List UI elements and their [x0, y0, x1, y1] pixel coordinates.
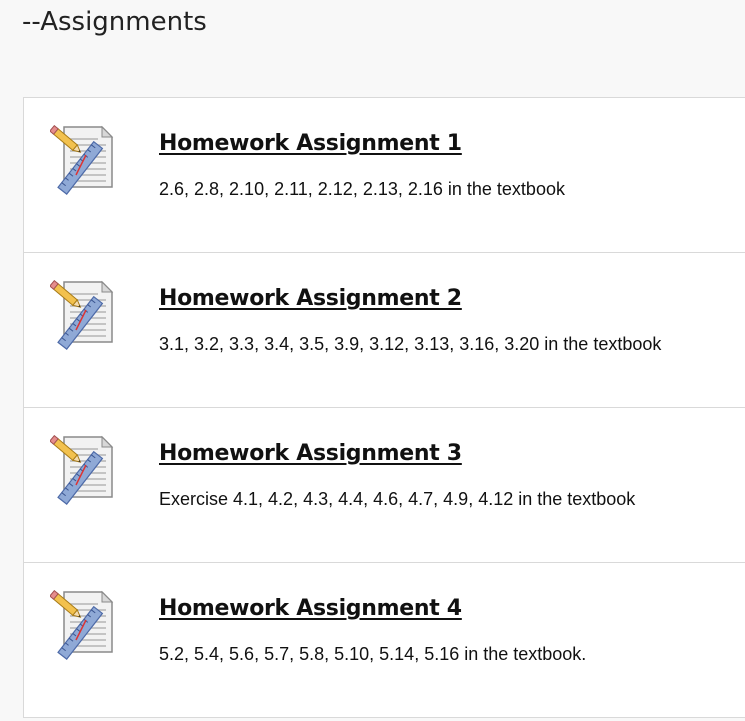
list-item: Homework Assignment 4 5.2, 5.4, 5.6, 5.7… [24, 563, 745, 718]
assignment-icon [49, 434, 116, 505]
page-title: --Assignments [22, 7, 207, 37]
list-item: Homework Assignment 1 2.6, 2.8, 2.10, 2.… [24, 98, 745, 253]
assignment-description: 3.1, 3.2, 3.3, 3.4, 3.5, 3.9, 3.12, 3.13… [159, 334, 662, 354]
assignment-link[interactable]: Homework Assignment 1 [159, 131, 462, 156]
assignment-list: Homework Assignment 1 2.6, 2.8, 2.10, 2.… [23, 97, 745, 718]
assignment-link[interactable]: Homework Assignment 2 [159, 286, 462, 311]
assignment-description: Exercise 4.1, 4.2, 4.3, 4.4, 4.6, 4.7, 4… [159, 489, 636, 509]
assignment-link[interactable]: Homework Assignment 4 [159, 596, 462, 621]
assignment-description: 2.6, 2.8, 2.10, 2.11, 2.12, 2.13, 2.16 i… [159, 179, 565, 199]
assignment-icon [49, 279, 116, 350]
list-item: Homework Assignment 3 Exercise 4.1, 4.2,… [24, 408, 745, 563]
assignment-description: 5.2, 5.4, 5.6, 5.7, 5.8, 5.10, 5.14, 5.1… [159, 644, 587, 664]
assignment-icon [49, 124, 116, 195]
assignment-link[interactable]: Homework Assignment 3 [159, 441, 462, 466]
list-item: Homework Assignment 2 3.1, 3.2, 3.3, 3.4… [24, 253, 745, 408]
assignment-icon [49, 589, 116, 660]
